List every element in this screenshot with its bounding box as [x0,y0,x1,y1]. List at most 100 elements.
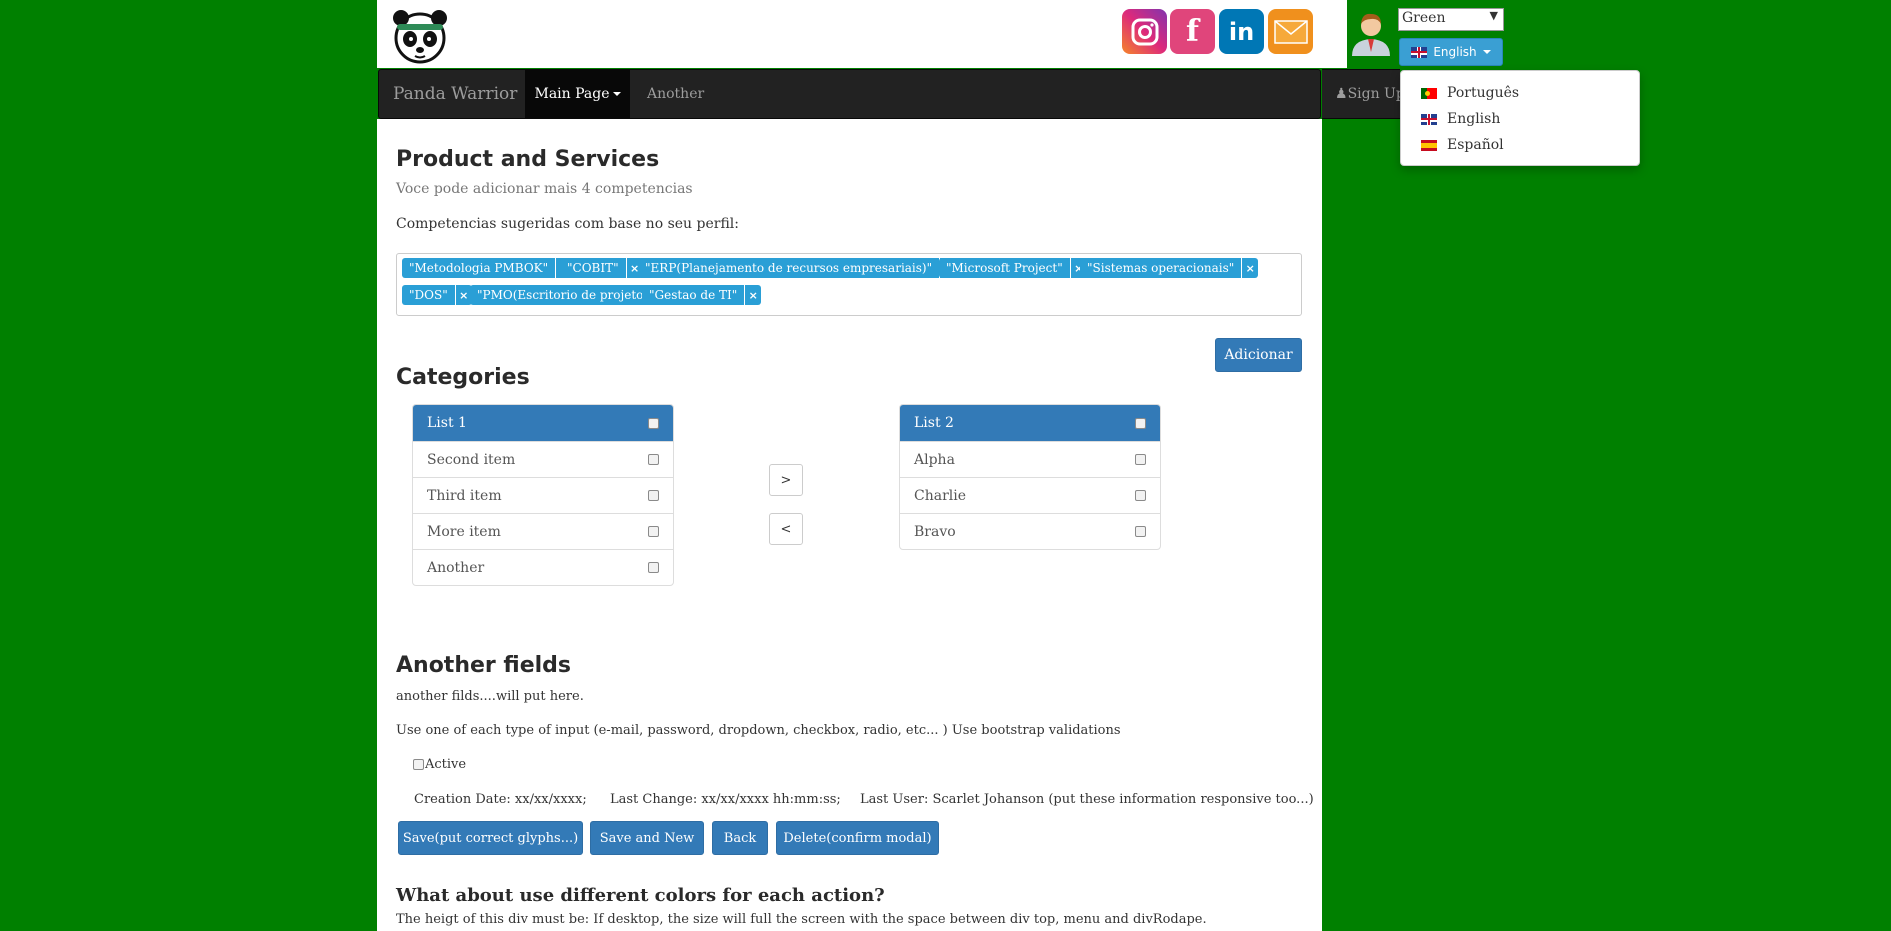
list-item-label: Charlie [914,487,967,504]
main-navbar: Panda Warrior Main Page Another [378,69,1321,119]
last-change: Last Change: xx/xx/xxxx hh:mm:ss; [610,792,841,807]
item-checkbox[interactable] [1135,454,1146,465]
caret-down-icon [612,92,621,96]
list-item[interactable]: Charlie [900,477,1160,513]
language-option-english[interactable]: English [1421,111,1500,127]
save-and-new-button[interactable]: Save and New [590,821,704,855]
item-checkbox[interactable] [648,562,659,573]
tag-label: "DOS" [409,288,448,302]
navbar-extension: ♟Sign Up [1322,69,1405,119]
user-icon: ♟ [1335,86,1348,102]
add-button[interactable]: Adicionar [1215,338,1302,372]
remove-tag-icon[interactable]: × [744,285,761,305]
select-all-checkbox[interactable] [648,417,659,429]
suggest-label: Competencias sugeridas com base no seu p… [396,216,739,232]
facebook-icon[interactable]: f [1170,9,1215,54]
list-item[interactable]: Another [413,549,673,585]
nav-main-page[interactable]: Main Page [525,70,630,118]
products-title: Product and Services [396,147,660,172]
move-left-button[interactable]: < [769,513,803,545]
main-content: Product and Services Voce pode adicionar… [377,119,1322,931]
navbar-brand[interactable]: Panda Warrior [393,84,517,104]
list-1-title: List 1 [427,415,467,431]
tag: "Metodologia PMBOK" × [402,258,573,278]
tag-label: "Sistemas operacionais" [1087,261,1235,275]
list-1-panel: List 1 Second item Third item More item … [412,404,674,586]
save-button[interactable]: Save(put correct glyphs...) [398,821,583,855]
products-subtitle: Voce pode adicionar mais 4 competencias [396,181,693,197]
theme-select-value: Green [1402,10,1446,26]
list-item-label: More item [427,523,501,540]
portugal-flag-icon [1421,87,1437,99]
tag: "DOS" × [402,285,472,305]
tags-input[interactable]: "Metodologia PMBOK" × "COBIT" × "ERP(Pla… [396,253,1302,316]
user-avatar-icon[interactable] [1348,8,1394,56]
uk-flag-icon [1411,46,1428,58]
language-option-label: Português [1447,85,1520,101]
item-checkbox[interactable] [648,490,659,501]
list-item[interactable]: Bravo [900,513,1160,549]
language-option-spanish[interactable]: Español [1421,137,1504,153]
select-arrow-icon: ▼ [1489,9,1498,22]
delete-button[interactable]: Delete(confirm modal) [776,821,939,855]
list-item[interactable]: Second item [413,441,673,477]
tag-label: "COBIT" [567,261,619,275]
item-checkbox[interactable] [1135,490,1146,501]
language-option-portuguese[interactable]: Português [1421,85,1519,101]
tag-label: "Gestao de TI" [649,288,738,302]
page-container: Panda Warrior Main Page Another Product … [377,0,1322,931]
language-button[interactable]: English [1399,38,1503,66]
list-1-header: List 1 [413,405,673,441]
select-all-checkbox[interactable] [1135,417,1146,429]
move-right-button[interactable]: > [769,464,803,496]
another-line-2: Use one of each type of input (e-mail, p… [396,723,1121,738]
active-checkbox[interactable] [413,759,424,770]
sign-up-label: Sign Up [1347,86,1405,102]
language-dropdown: Português English Español [1400,70,1640,166]
theme-select[interactable]: Green ▼ [1398,8,1504,31]
list-item-label: Third item [427,487,502,504]
categories-title: Categories [396,365,530,390]
tag-label: "Metodologia PMBOK" [409,261,549,275]
active-checkbox-group: Active [413,757,466,772]
remove-tag-icon[interactable]: × [1241,258,1258,278]
list-2-panel: List 2 Alpha Charlie Bravo [899,404,1161,550]
list-2-title: List 2 [914,415,954,431]
item-checkbox[interactable] [648,526,659,537]
tag-label: "PMO(Escritorio de projetos)" [477,288,660,302]
creation-date: Creation Date: xx/xx/xxxx; [414,792,587,807]
facebook-glyph: f [1186,14,1199,49]
tag: "Sistemas operacionais" × [1080,258,1259,278]
another-line-1: another filds....will put here. [396,689,584,704]
nav-main-page-label: Main Page [534,86,610,102]
linkedin-icon[interactable]: in [1219,9,1264,54]
colors-section-text: The heigt of this div must be: If deskto… [396,912,1207,927]
panda-logo[interactable] [389,8,451,64]
list-2-header: List 2 [900,405,1160,441]
spain-flag-icon [1421,139,1437,151]
back-button[interactable]: Back [712,821,768,855]
tag: "Microsoft Project" × [939,258,1087,278]
list-item[interactable]: More item [413,513,673,549]
list-item-label: Alpha [914,451,955,468]
list-item-label: Bravo [914,523,956,540]
another-fields-title: Another fields [396,653,572,678]
uk-flag-icon [1421,113,1437,125]
caret-down-icon [1482,50,1491,54]
nav-another[interactable]: Another [647,86,704,102]
active-label: Active [425,757,467,772]
tag-label: "Microsoft Project" [946,261,1063,275]
language-option-label: Español [1447,137,1504,153]
item-checkbox[interactable] [1135,526,1146,537]
list-item[interactable]: Third item [413,477,673,513]
tag: "Gestao de TI" × [642,285,762,305]
list-item[interactable]: Alpha [900,441,1160,477]
colors-section-title: What about use different colors for each… [396,885,885,906]
list-item-label: Another [427,559,485,576]
linkedin-glyph: in [1228,17,1255,46]
sign-up-link[interactable]: ♟Sign Up [1335,86,1405,102]
email-icon[interactable] [1268,9,1313,54]
tag-label: "ERP(Planejamento de recursos empresaria… [645,261,933,275]
instagram-icon[interactable] [1122,9,1167,54]
item-checkbox[interactable] [648,454,659,465]
